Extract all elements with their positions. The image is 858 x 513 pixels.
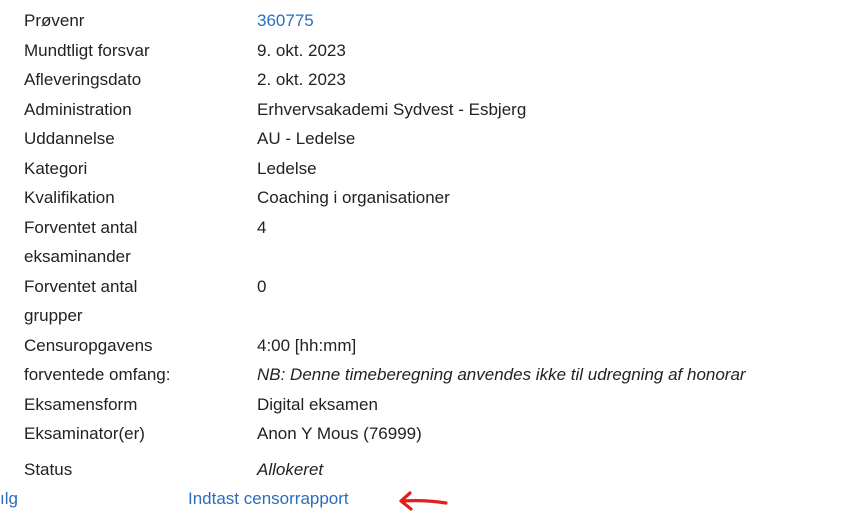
- partial-link[interactable]: ılg: [0, 488, 18, 510]
- detail-value: Ledelse: [257, 158, 317, 178]
- detail-row-administration: Administration Erhvervsakademi Sydvest -…: [24, 95, 858, 125]
- proevenr-link[interactable]: 360775: [257, 11, 314, 30]
- detail-value: Erhvervsakademi Sydvest - Esbjerg: [257, 99, 527, 119]
- detail-value: 4: [257, 217, 267, 237]
- detail-value: Digital eksamen: [257, 394, 378, 414]
- indtast-censorrapport-link[interactable]: Indtast censorrapport: [188, 488, 349, 510]
- detail-row-mundtligt-forsvar: Mundtligt forsvar 9. okt. 2023: [24, 36, 858, 66]
- detail-label: Eksaminator(er): [24, 424, 145, 443]
- detail-value: Anon Y Mous (76999): [257, 424, 422, 443]
- omfang-hours: 4:00 [hh:mm]: [257, 335, 357, 355]
- detail-value: 2. okt. 2023: [257, 70, 346, 89]
- detail-row-status: Status Allokeret: [24, 455, 858, 485]
- detail-label: Mundtligt forsvar: [24, 40, 150, 60]
- detail-label: Censuropgavens forventede omfang:: [24, 335, 171, 385]
- detail-value: 9. okt. 2023: [257, 40, 346, 60]
- detail-value: 4:00 [hh:mm] NB: Denne timeberegning anv…: [257, 331, 746, 390]
- detail-label: Eksamensform: [24, 394, 138, 414]
- detail-row-kvalifikation: Kvalifikation Coaching i organisationer: [24, 183, 858, 213]
- detail-value: AU - Ledelse: [257, 129, 356, 148]
- detail-value: 0: [257, 276, 267, 296]
- detail-label: Prøvenr: [24, 11, 85, 30]
- detail-row-censuropgavens-omfang: Censuropgavens forventede omfang: 4:00 […: [24, 331, 858, 390]
- detail-row-kategori: Kategori Ledelse: [24, 154, 858, 184]
- detail-row-forventet-antal-eksaminander: Forventet antal eksaminander 4: [24, 213, 858, 272]
- red-arrow-left-icon: [399, 491, 448, 511]
- detail-label: Forventet antal eksaminander: [24, 217, 138, 267]
- detail-row-eksaminatorer: Eksaminator(er) Anon Y Mous (76999): [24, 419, 858, 449]
- detail-label: Uddannelse: [24, 129, 115, 148]
- detail-value: Coaching i organisationer: [257, 188, 450, 207]
- exam-details: Prøvenr 360775 Mundtligt forsvar 9. okt.…: [24, 6, 858, 484]
- action-links: ılg Indtast censorrapport: [0, 485, 858, 513]
- detail-row-afleveringsdato: Afleveringsdato 2. okt. 2023: [24, 65, 858, 95]
- detail-row-proevenr: Prøvenr 360775: [24, 6, 858, 36]
- status-value: Allokeret: [257, 459, 324, 479]
- detail-row-uddannelse: Uddannelse AU - Ledelse: [24, 124, 858, 154]
- detail-label: Kategori: [24, 158, 88, 178]
- detail-row-forventet-antal-grupper: Forventet antal grupper 0: [24, 272, 858, 331]
- omfang-note: NB: Denne timeberegning anvendes ikke ti…: [257, 365, 746, 384]
- detail-label: Administration: [24, 99, 132, 119]
- detail-label: Forventet antal grupper: [24, 276, 138, 326]
- detail-row-eksamensform: Eksamensform Digital eksamen: [24, 390, 858, 420]
- detail-label: Afleveringsdato: [24, 70, 142, 89]
- detail-label: Status: [24, 459, 73, 479]
- detail-label: Kvalifikation: [24, 188, 115, 207]
